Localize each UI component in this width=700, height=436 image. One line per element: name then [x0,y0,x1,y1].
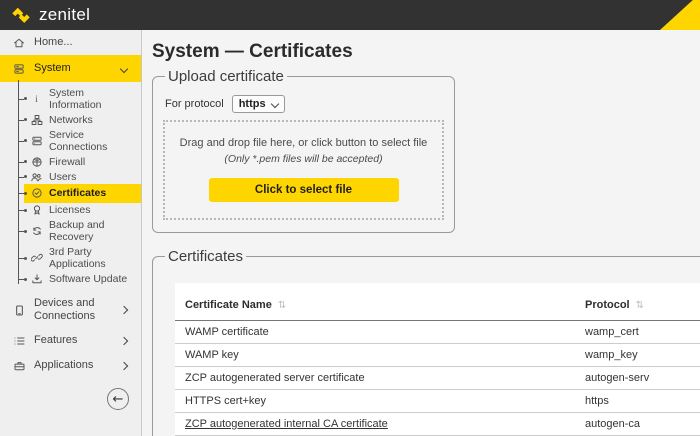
zenitel-logo-icon [10,6,32,25]
dropzone-instructions: Drag and drop file here, or click button… [171,137,436,149]
certificate-name-cell: ZCP autogenerated internal CA certificat… [185,418,585,430]
sidebar-subtree: i System Information Networks Service Co… [0,82,141,292]
protocol-cell: autogen-serv [585,372,700,384]
license-icon [30,204,43,216]
applications-icon [12,360,26,372]
certificate-name-cell: WAMP key [185,349,585,361]
certificate-name-cell: HTTPS cert+key [185,395,585,407]
sort-icon[interactable]: ⇅ [278,300,286,311]
service-connections-icon [30,135,43,147]
table-row[interactable]: ZCP autogenerated server certificate aut… [175,367,700,390]
table-header-row: Certificate Name⇅ Protocol⇅ [175,283,700,321]
backup-icon [30,225,43,237]
chevron-down-icon [270,100,278,108]
sidebar-item-users[interactable]: Users [0,169,141,184]
info-icon: i [30,93,43,104]
app-window: zenitel Home... System i System Informat… [0,0,700,436]
protocol-select[interactable]: https [232,95,285,113]
table-row[interactable]: HTTPS cert+key https [175,390,700,413]
zenitel-logo: zenitel [10,5,90,25]
page-title: System — Certificates [152,41,700,63]
network-icon [30,114,43,126]
sidebar: Home... System i System Information Netw… [0,30,142,436]
protocol-cell: autogen-ca [585,418,700,430]
sidebar-item-networks[interactable]: Networks [0,112,141,127]
chevron-right-icon [121,363,127,369]
software-update-icon [30,273,43,285]
firewall-icon [30,156,43,168]
sidebar-item-system[interactable]: System [0,55,141,82]
brand-name: zenitel [39,5,90,25]
sidebar-item-licenses[interactable]: Licenses [0,203,141,218]
sidebar-item-software-update[interactable]: Software Update [0,272,141,287]
sidebar-item-certificates[interactable]: Certificates [0,184,141,202]
sidebar-item-backup-and-recovery[interactable]: Backup and Recovery [0,218,141,245]
devices-icon [12,304,26,317]
link-icon [30,252,43,264]
certificate-icon [30,187,43,199]
sidebar-item-3rd-party-applications[interactable]: 3rd Party Applications [0,245,141,272]
table-row[interactable]: WAMP certificate wamp_cert [175,321,700,344]
select-file-button[interactable]: Click to select file [209,178,399,202]
table-row[interactable]: WAMP key wamp_key [175,344,700,367]
table-row[interactable]: ZCP autogenerated internal CA certificat… [175,413,700,436]
file-dropzone[interactable]: Drag and drop file here, or click button… [163,120,444,220]
sidebar-item-devices-and-connections[interactable]: Devices and Connections [0,292,141,328]
certificates-section: Certificates Certificate Name⇅ Protocol⇅… [152,248,700,436]
chevron-down-icon [121,66,127,72]
home-icon [12,37,26,49]
protocol-cell: wamp_key [585,349,700,361]
sidebar-item-features[interactable]: Features [0,328,141,353]
certificate-name-cell: ZCP autogenerated server certificate [185,372,585,384]
upload-certificate-legend: Upload certificate [165,68,287,85]
column-header-certificate-name[interactable]: Certificate Name⇅ [185,299,585,311]
chevron-right-icon [121,338,127,344]
column-header-protocol[interactable]: Protocol⇅ [585,299,700,311]
topbar: zenitel [0,0,700,30]
users-icon [30,171,43,183]
protocol-select-value: https [239,98,266,110]
sort-icon[interactable]: ⇅ [636,300,644,311]
protocol-cell: https [585,395,700,407]
upload-certificate-section: Upload certificate For protocol https Dr… [152,68,455,233]
sidebar-item-applications[interactable]: Applications [0,353,141,378]
topbar-corner-accent [660,0,700,30]
dropzone-filetype-note: (Only *.pem files will be accepted) [171,153,436,165]
chevron-right-icon [121,307,127,313]
sidebar-collapse-button[interactable]: ← [107,388,129,410]
main-content: System — Certificates Upload certificate… [143,30,700,436]
sidebar-item-home[interactable]: Home... [0,30,141,55]
svg-text:i: i [35,94,38,104]
sidebar-item-service-connections[interactable]: Service Connections [0,127,141,154]
sidebar-item-system-information[interactable]: i System Information [0,85,141,112]
sidebar-item-firewall[interactable]: Firewall [0,154,141,169]
features-icon [12,335,26,347]
certificates-table: Certificate Name⇅ Protocol⇅ WAMP certifi… [175,283,700,436]
protocol-cell: wamp_cert [585,326,700,338]
certificate-name-cell: WAMP certificate [185,326,585,338]
certificates-legend: Certificates [165,248,246,265]
protocol-label: For protocol [165,98,224,110]
system-icon [12,63,26,75]
